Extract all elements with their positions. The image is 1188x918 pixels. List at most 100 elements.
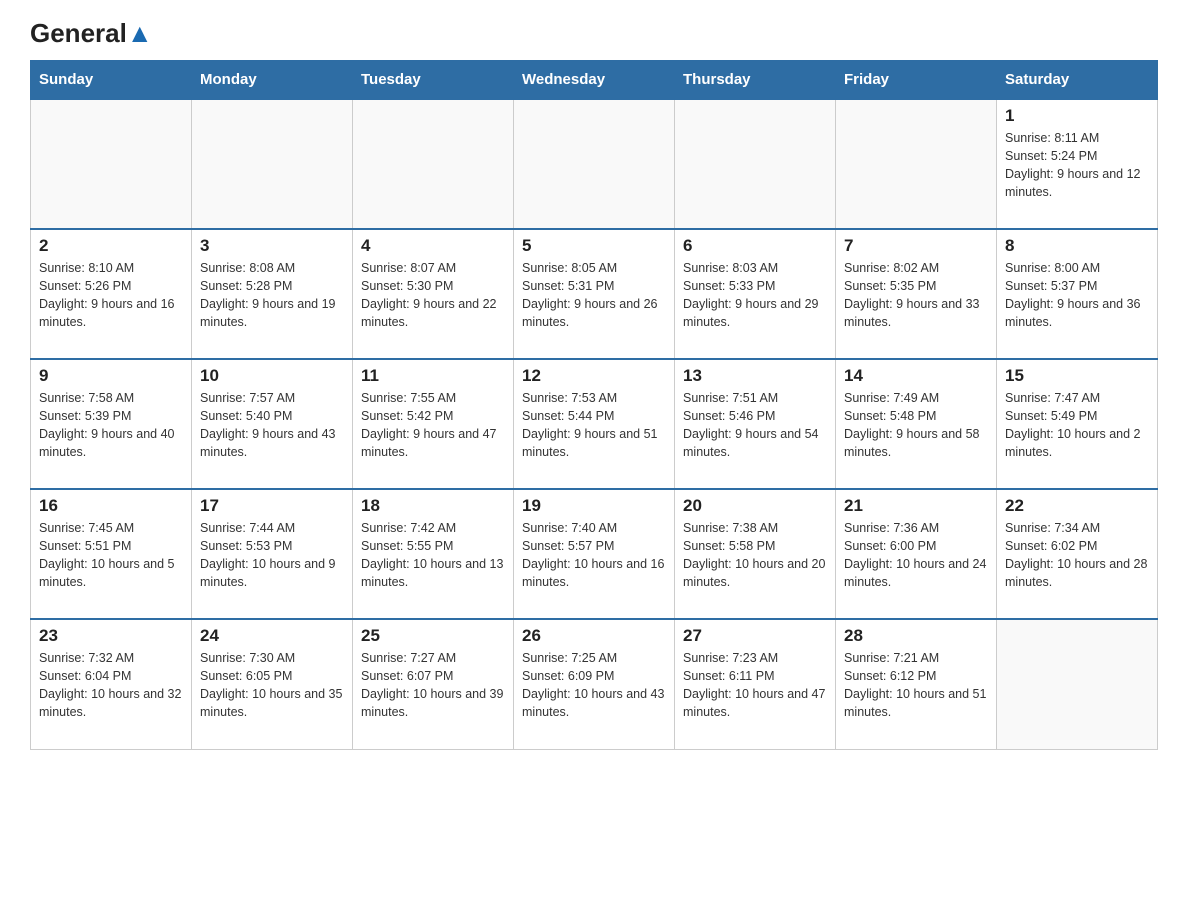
calendar-week-row: 9 Sunrise: 7:58 AM Sunset: 5:39 PM Daylig… (31, 359, 1158, 489)
calendar-cell: 2 Sunrise: 8:10 AM Sunset: 5:26 PM Daylig… (31, 229, 192, 359)
day-info: Sunrise: 7:23 AM Sunset: 6:11 PM Dayligh… (683, 649, 827, 722)
day-info: Sunrise: 7:40 AM Sunset: 5:57 PM Dayligh… (522, 519, 666, 592)
day-number: 25 (361, 626, 505, 646)
day-number: 6 (683, 236, 827, 256)
day-number: 11 (361, 366, 505, 386)
day-info: Sunrise: 7:21 AM Sunset: 6:12 PM Dayligh… (844, 649, 988, 722)
day-info: Sunrise: 7:58 AM Sunset: 5:39 PM Dayligh… (39, 389, 183, 462)
day-header-saturday: Saturday (997, 61, 1158, 100)
calendar-cell (192, 99, 353, 229)
day-number: 8 (1005, 236, 1149, 256)
calendar-header-row: SundayMondayTuesdayWednesdayThursdayFrid… (31, 61, 1158, 100)
day-number: 12 (522, 366, 666, 386)
day-info: Sunrise: 7:44 AM Sunset: 5:53 PM Dayligh… (200, 519, 344, 592)
calendar-cell: 26 Sunrise: 7:25 AM Sunset: 6:09 PM Dayli… (514, 619, 675, 749)
day-info: Sunrise: 7:25 AM Sunset: 6:09 PM Dayligh… (522, 649, 666, 722)
calendar-cell: 17 Sunrise: 7:44 AM Sunset: 5:53 PM Dayli… (192, 489, 353, 619)
day-header-tuesday: Tuesday (353, 61, 514, 100)
day-number: 20 (683, 496, 827, 516)
calendar-cell (514, 99, 675, 229)
calendar-week-row: 1 Sunrise: 8:11 AM Sunset: 5:24 PM Daylig… (31, 99, 1158, 229)
day-number: 14 (844, 366, 988, 386)
day-info: Sunrise: 7:42 AM Sunset: 5:55 PM Dayligh… (361, 519, 505, 592)
day-number: 1 (1005, 106, 1149, 126)
day-number: 13 (683, 366, 827, 386)
day-number: 27 (683, 626, 827, 646)
calendar-cell: 5 Sunrise: 8:05 AM Sunset: 5:31 PM Daylig… (514, 229, 675, 359)
day-info: Sunrise: 7:34 AM Sunset: 6:02 PM Dayligh… (1005, 519, 1149, 592)
calendar-cell: 27 Sunrise: 7:23 AM Sunset: 6:11 PM Dayli… (675, 619, 836, 749)
calendar-week-row: 2 Sunrise: 8:10 AM Sunset: 5:26 PM Daylig… (31, 229, 1158, 359)
calendar-cell: 7 Sunrise: 8:02 AM Sunset: 5:35 PM Daylig… (836, 229, 997, 359)
day-info: Sunrise: 8:11 AM Sunset: 5:24 PM Dayligh… (1005, 129, 1149, 202)
day-info: Sunrise: 7:49 AM Sunset: 5:48 PM Dayligh… (844, 389, 988, 462)
day-number: 4 (361, 236, 505, 256)
day-number: 19 (522, 496, 666, 516)
day-number: 5 (522, 236, 666, 256)
calendar-cell: 9 Sunrise: 7:58 AM Sunset: 5:39 PM Daylig… (31, 359, 192, 489)
day-number: 2 (39, 236, 183, 256)
calendar-cell: 3 Sunrise: 8:08 AM Sunset: 5:28 PM Daylig… (192, 229, 353, 359)
day-number: 22 (1005, 496, 1149, 516)
calendar-cell: 6Sunrise: 8:03 AM Sunset: 5:33 PM Daylig… (675, 229, 836, 359)
day-number: 24 (200, 626, 344, 646)
calendar-cell: 16 Sunrise: 7:45 AM Sunset: 5:51 PM Dayli… (31, 489, 192, 619)
calendar-table: SundayMondayTuesdayWednesdayThursdayFrid… (30, 60, 1158, 750)
calendar-cell: 23 Sunrise: 7:32 AM Sunset: 6:04 PM Dayli… (31, 619, 192, 749)
day-number: 15 (1005, 366, 1149, 386)
day-info: Sunrise: 7:57 AM Sunset: 5:40 PM Dayligh… (200, 389, 344, 462)
day-number: 10 (200, 366, 344, 386)
day-info: Sunrise: 7:55 AM Sunset: 5:42 PM Dayligh… (361, 389, 505, 462)
calendar-cell: 21Sunrise: 7:36 AM Sunset: 6:00 PM Dayli… (836, 489, 997, 619)
day-number: 26 (522, 626, 666, 646)
day-number: 9 (39, 366, 183, 386)
day-number: 17 (200, 496, 344, 516)
day-number: 28 (844, 626, 988, 646)
calendar-cell: 13 Sunrise: 7:51 AM Sunset: 5:46 PM Dayli… (675, 359, 836, 489)
calendar-cell: 1 Sunrise: 8:11 AM Sunset: 5:24 PM Daylig… (997, 99, 1158, 229)
day-number: 23 (39, 626, 183, 646)
logo-top: General▲ (30, 20, 153, 46)
day-number: 16 (39, 496, 183, 516)
calendar-cell: 20 Sunrise: 7:38 AM Sunset: 5:58 PM Dayli… (675, 489, 836, 619)
day-info: Sunrise: 7:38 AM Sunset: 5:58 PM Dayligh… (683, 519, 827, 592)
day-number: 3 (200, 236, 344, 256)
day-info: Sunrise: 7:47 AM Sunset: 5:49 PM Dayligh… (1005, 389, 1149, 462)
day-header-thursday: Thursday (675, 61, 836, 100)
logo-blue-text: ▲ (127, 18, 153, 48)
calendar-cell (675, 99, 836, 229)
page-header: General▲ (30, 20, 1158, 44)
calendar-cell: 22 Sunrise: 7:34 AM Sunset: 6:02 PM Dayli… (997, 489, 1158, 619)
day-info: Sunrise: 7:30 AM Sunset: 6:05 PM Dayligh… (200, 649, 344, 722)
day-info: Sunrise: 7:53 AM Sunset: 5:44 PM Dayligh… (522, 389, 666, 462)
day-info: Sunrise: 7:45 AM Sunset: 5:51 PM Dayligh… (39, 519, 183, 592)
day-info: Sunrise: 7:51 AM Sunset: 5:46 PM Dayligh… (683, 389, 827, 462)
day-info: Sunrise: 7:27 AM Sunset: 6:07 PM Dayligh… (361, 649, 505, 722)
day-info: Sunrise: 8:07 AM Sunset: 5:30 PM Dayligh… (361, 259, 505, 332)
calendar-cell: 28 Sunrise: 7:21 AM Sunset: 6:12 PM Dayli… (836, 619, 997, 749)
calendar-cell: 15 Sunrise: 7:47 AM Sunset: 5:49 PM Dayli… (997, 359, 1158, 489)
calendar-cell (836, 99, 997, 229)
day-info: Sunrise: 7:32 AM Sunset: 6:04 PM Dayligh… (39, 649, 183, 722)
day-info: Sunrise: 7:36 AM Sunset: 6:00 PM Dayligh… (844, 519, 988, 592)
day-info: Sunrise: 8:02 AM Sunset: 5:35 PM Dayligh… (844, 259, 988, 332)
day-number: 18 (361, 496, 505, 516)
calendar-cell: 19 Sunrise: 7:40 AM Sunset: 5:57 PM Dayli… (514, 489, 675, 619)
calendar-cell: 4 Sunrise: 8:07 AM Sunset: 5:30 PM Daylig… (353, 229, 514, 359)
calendar-cell: 18 Sunrise: 7:42 AM Sunset: 5:55 PM Dayli… (353, 489, 514, 619)
calendar-cell: 11 Sunrise: 7:55 AM Sunset: 5:42 PM Dayli… (353, 359, 514, 489)
calendar-cell (31, 99, 192, 229)
day-header-sunday: Sunday (31, 61, 192, 100)
calendar-cell (353, 99, 514, 229)
calendar-week-row: 23 Sunrise: 7:32 AM Sunset: 6:04 PM Dayli… (31, 619, 1158, 749)
calendar-cell: 12 Sunrise: 7:53 AM Sunset: 5:44 PM Dayli… (514, 359, 675, 489)
day-info: Sunrise: 8:05 AM Sunset: 5:31 PM Dayligh… (522, 259, 666, 332)
day-info: Sunrise: 8:10 AM Sunset: 5:26 PM Dayligh… (39, 259, 183, 332)
calendar-cell: 10 Sunrise: 7:57 AM Sunset: 5:40 PM Dayli… (192, 359, 353, 489)
day-number: 7 (844, 236, 988, 256)
day-header-friday: Friday (836, 61, 997, 100)
day-info: Sunrise: 8:08 AM Sunset: 5:28 PM Dayligh… (200, 259, 344, 332)
day-header-monday: Monday (192, 61, 353, 100)
calendar-cell: 25 Sunrise: 7:27 AM Sunset: 6:07 PM Dayli… (353, 619, 514, 749)
day-header-wednesday: Wednesday (514, 61, 675, 100)
